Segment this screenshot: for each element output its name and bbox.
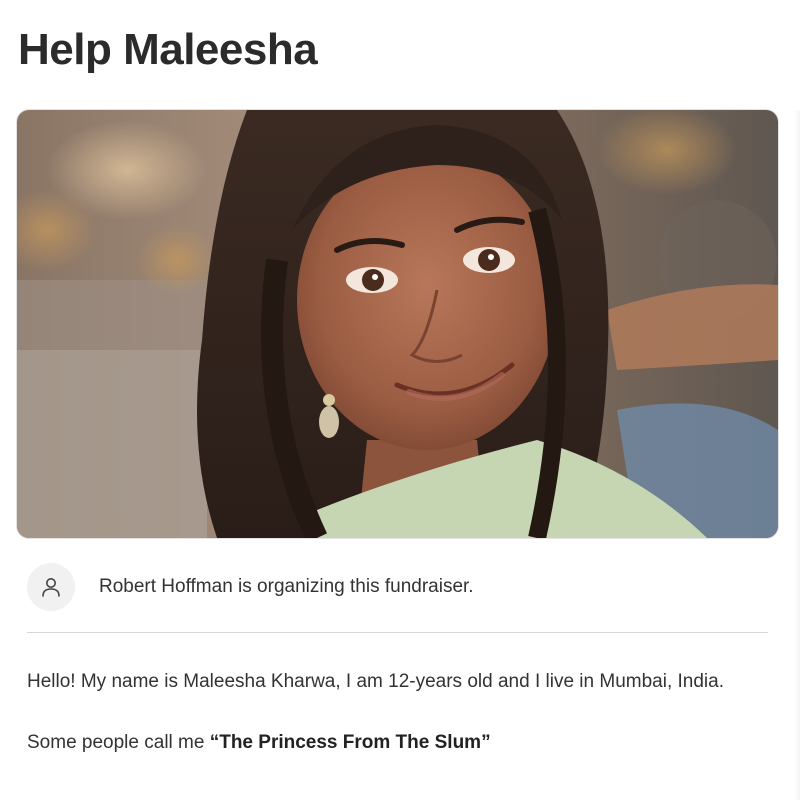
divider bbox=[27, 632, 768, 633]
fundraiser-page: Help Maleesha Robert Hoffman is organizi… bbox=[0, 0, 800, 800]
story-quote: “The Princess From The Slum” bbox=[209, 732, 491, 753]
story-text-prefix: Some people call me bbox=[27, 732, 210, 753]
scroll-edge bbox=[794, 110, 800, 800]
story-paragraph: Hello! My name is Maleesha Kharwa, I am … bbox=[27, 671, 724, 692]
hero-image[interactable] bbox=[17, 110, 778, 538]
organizer-text: Robert Hoffman is organizing this fundra… bbox=[99, 576, 474, 597]
avatar[interactable] bbox=[27, 563, 75, 611]
organizer-row: Robert Hoffman is organizing this fundra… bbox=[27, 562, 767, 612]
story-text: Hello! My name is Maleesha Kharwa, I am … bbox=[27, 666, 747, 788]
page-title: Help Maleesha bbox=[18, 25, 318, 74]
person-icon bbox=[42, 578, 60, 597]
story-paragraph: Some people call me “The Princess From T… bbox=[27, 727, 747, 758]
